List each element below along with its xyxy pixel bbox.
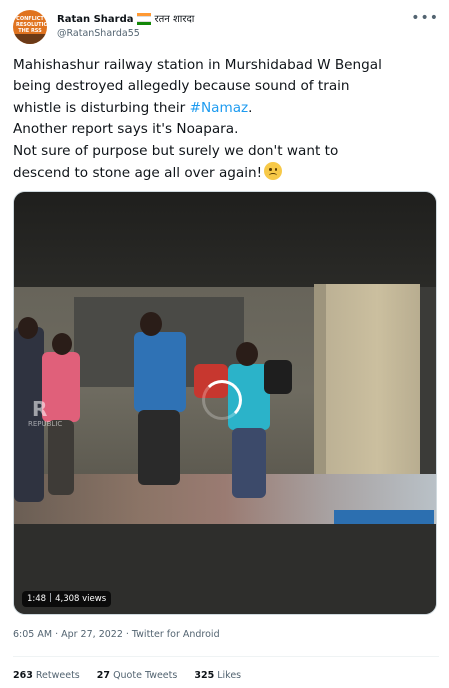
author-name-hindi[interactable]: रतन शारदा bbox=[154, 14, 194, 25]
video-frame-ceiling bbox=[14, 192, 436, 287]
video-duration: 1:48 bbox=[27, 594, 47, 604]
retweets-stat[interactable]: 263 Retweets bbox=[13, 670, 80, 681]
tweet-line: Another report says it's Noapara. bbox=[13, 121, 239, 138]
video-frame-blue-strip bbox=[334, 510, 434, 524]
slightly-frowning-face-icon bbox=[264, 162, 283, 181]
more-horizontal-icon[interactable]: ••• bbox=[411, 10, 439, 26]
divider bbox=[13, 656, 439, 657]
quote-tweets-count: 27 bbox=[96, 670, 111, 681]
tweet-stats: 263 Retweets 27 Quote Tweets 325 Likes bbox=[13, 670, 255, 681]
tweet-line: whistle is disturbing their #Namaz. bbox=[13, 98, 439, 119]
author-name[interactable]: Ratan Sharda bbox=[57, 14, 133, 25]
quote-tweets-label: Quote Tweets bbox=[113, 670, 178, 681]
tweet-line: Not sure of purpose but surely we don't … bbox=[13, 142, 339, 159]
tweet-line: being destroyed allegedly because sound … bbox=[13, 78, 350, 95]
video-watermark: R bbox=[32, 397, 48, 421]
hashtag-link[interactable]: #Namaz bbox=[190, 100, 249, 116]
video-person bbox=[42, 352, 80, 422]
tweet-line: descend to stone age all over again! bbox=[13, 162, 439, 184]
likes-stat[interactable]: 325 Likes bbox=[194, 670, 241, 681]
india-flag-icon bbox=[137, 13, 152, 25]
tweet-line-text: descend to stone age all over again! bbox=[13, 165, 263, 182]
likes-count: 325 bbox=[194, 670, 215, 681]
avatar-stripe bbox=[13, 34, 47, 44]
tweet-line-text: . bbox=[248, 99, 253, 116]
tweet-line: Mahishashur railway station in Murshidab… bbox=[13, 57, 382, 73]
tweet-timestamp[interactable]: 6:05 AM · Apr 27, 2022 · Twitter for And… bbox=[13, 629, 220, 640]
video-person bbox=[264, 360, 292, 394]
tweet-text: Mahishashur railway station in Murshidab… bbox=[13, 55, 439, 184]
video-person-head bbox=[236, 342, 258, 366]
video-player[interactable]: R REPUBLIC 1:48 4,308 views bbox=[13, 191, 437, 615]
video-person bbox=[134, 332, 186, 412]
author-name-line[interactable]: Ratan Sharda रतन शारदा bbox=[57, 11, 194, 25]
author-handle[interactable]: @RatanSharda55 bbox=[57, 28, 140, 39]
video-person bbox=[232, 428, 266, 498]
retweets-label: Retweets bbox=[35, 670, 80, 681]
likes-label: Likes bbox=[217, 670, 242, 681]
retweets-count: 263 bbox=[13, 670, 33, 681]
badge-separator bbox=[50, 593, 52, 602]
video-badge: 1:48 4,308 views bbox=[22, 591, 112, 607]
tweet-header: CONFLICT RESOLUTION THE RSS WAY Ratan Sh… bbox=[13, 10, 439, 44]
video-person-head bbox=[52, 333, 72, 355]
video-watermark-sub: REPUBLIC bbox=[28, 420, 63, 428]
tweet-line-text: whistle is disturbing their bbox=[13, 99, 190, 116]
loading-spinner-icon bbox=[202, 380, 242, 420]
video-person-head bbox=[140, 312, 162, 336]
video-person bbox=[138, 410, 180, 485]
avatar[interactable]: CONFLICT RESOLUTION THE RSS WAY bbox=[13, 10, 47, 44]
video-views: 4,308 views bbox=[55, 594, 107, 604]
video-person bbox=[48, 420, 74, 495]
video-person-head bbox=[18, 317, 38, 339]
quote-tweets-stat[interactable]: 27 Quote Tweets bbox=[97, 670, 178, 681]
